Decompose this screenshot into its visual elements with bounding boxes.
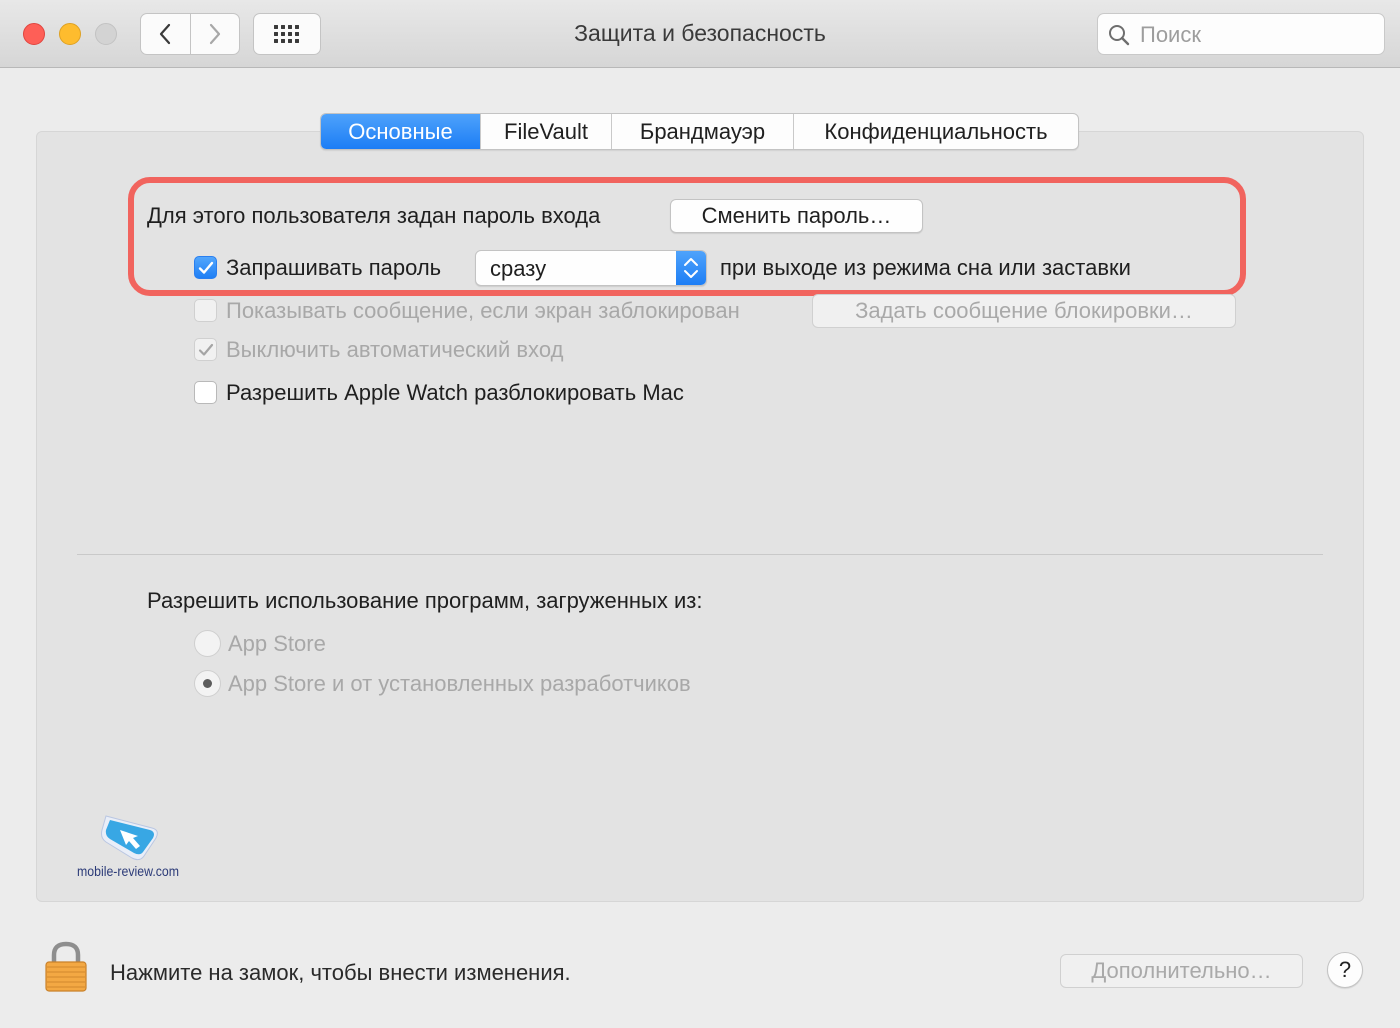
radio-selected-dot (203, 679, 212, 688)
search-field[interactable] (1097, 13, 1385, 55)
apple-watch-unlock-label: Разрешить Apple Watch разблокировать Mac (226, 380, 684, 405)
set-lock-message-button[interactable]: Задать сообщение блокировки… (812, 294, 1236, 328)
advanced-button[interactable]: Дополнительно… (1060, 954, 1303, 988)
password-delay-select[interactable]: сразу (475, 250, 707, 286)
password-delay-value: сразу (490, 256, 547, 281)
watermark-text: mobile-review.com (77, 863, 180, 879)
section-divider (77, 554, 1323, 555)
radio-app-store-identified-label: App Store и от установленных разработчик… (228, 671, 691, 696)
title-bar: Защита и безопасность (0, 0, 1400, 68)
help-button[interactable]: ? (1327, 952, 1363, 988)
watermark-logo-icon (101, 815, 158, 861)
radio-app-store[interactable] (194, 630, 221, 657)
search-input[interactable] (1138, 20, 1372, 50)
tab-bar: Основные FileVault Брандмауэр Конфиденци… (320, 113, 1079, 150)
lock-icon[interactable] (44, 941, 88, 993)
tab-general[interactable]: Основные (321, 114, 480, 149)
require-password-suffix: при выходе из режима сна или заставки (720, 255, 1131, 280)
show-message-checkbox[interactable] (194, 299, 217, 322)
password-set-text: Для этого пользователя задан пароль вход… (147, 203, 601, 228)
disable-auto-login-checkbox[interactable] (194, 338, 217, 361)
disable-auto-login-label: Выключить автоматический вход (226, 337, 564, 362)
checkmark-icon (198, 261, 214, 274)
apple-watch-unlock-checkbox[interactable] (194, 381, 217, 404)
radio-app-store-identified[interactable] (194, 670, 221, 697)
change-password-button[interactable]: Сменить пароль… (670, 199, 923, 233)
tab-filevault[interactable]: FileVault (480, 114, 611, 149)
checkmark-icon (198, 343, 214, 356)
select-arrows-icon (676, 251, 706, 285)
radio-app-store-label: App Store (228, 631, 326, 656)
show-message-label: Показывать сообщение, если экран заблоки… (226, 298, 740, 323)
lock-hint-text: Нажмите на замок, чтобы внести изменения… (110, 960, 571, 985)
require-password-label: Запрашивать пароль (226, 255, 442, 280)
downloads-heading: Разрешить использование программ, загруж… (147, 588, 703, 613)
require-password-checkbox[interactable] (194, 256, 217, 279)
tab-firewall[interactable]: Брандмауэр (611, 114, 793, 149)
tab-privacy[interactable]: Конфиденциальность (793, 114, 1078, 149)
search-icon (1109, 25, 1130, 46)
